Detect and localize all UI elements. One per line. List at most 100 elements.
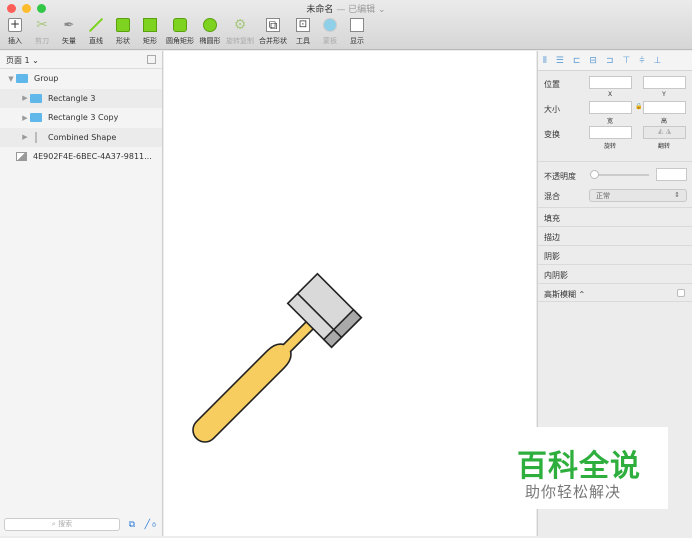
tool-label: 矩形: [143, 37, 157, 45]
layer-row[interactable]: 4E902F4E-6BEC-4A37-9811...: [0, 147, 162, 167]
tool-oval[interactable]: 椭圆形: [199, 16, 221, 46]
line-icon: [87, 16, 105, 34]
tool-tools[interactable]: ⊡ 工具: [292, 16, 314, 46]
titlebar: 未命名 — 已编辑 ⌄ + 插入 ✂ 剪刀 ✒ 矢量 直线 形状 矩形 圆角矩形 椭圆形 ⚙ 旋转复制 ⧉…: [0, 0, 692, 50]
opacity-slider[interactable]: [593, 174, 649, 176]
align-left-icon[interactable]: ⊏: [573, 56, 581, 66]
distribute-vertical-icon[interactable]: ☰: [556, 56, 564, 66]
y-label: Y: [662, 91, 666, 98]
hammer-drawing[interactable]: [164, 51, 536, 536]
disclosure-triangle-icon[interactable]: ▶: [20, 133, 30, 141]
blend-label: 混合: [544, 192, 560, 201]
disclosure-triangle-icon[interactable]: ▶: [20, 94, 30, 102]
inner-shadow-label: 内阴影: [544, 271, 568, 280]
layer-row[interactable]: ▶ Rectangle 3: [0, 88, 162, 108]
tools-icon: ⊡: [294, 16, 312, 34]
export-icon[interactable]: ⧉: [129, 520, 135, 530]
document-name: 未命名: [306, 5, 334, 15]
flip-buttons[interactable]: ◭ ◮: [643, 126, 686, 139]
scissors-icon: ✂: [36, 17, 48, 33]
tool-label: 形状: [116, 37, 130, 45]
tool-mask[interactable]: 蒙板: [319, 16, 341, 46]
align-right-icon[interactable]: ⊐: [606, 56, 614, 66]
layer-name: 4E902F4E-6BEC-4A37-9811...: [33, 152, 152, 162]
shadow-label: 阴影: [544, 252, 560, 261]
oval-icon: [201, 16, 219, 34]
tool-rotate-copy[interactable]: ⚙ 旋转复制: [226, 16, 254, 46]
blur-checkbox[interactable]: [677, 289, 685, 297]
slice-icon[interactable]: ╱: [145, 520, 150, 530]
tool-line[interactable]: 直线: [85, 16, 107, 46]
tool-plus[interactable]: + 插入: [4, 16, 26, 46]
layer-name: Combined Shape: [48, 132, 117, 142]
layer-row[interactable]: ▼ Group: [0, 69, 162, 89]
flip-label: 翻转: [657, 143, 670, 150]
align-center-icon[interactable]: ⊟: [589, 56, 597, 66]
tool-label: 矢量: [62, 37, 76, 45]
layer-row[interactable]: ▶ Combined Shape: [0, 127, 162, 147]
folder-icon: [16, 74, 28, 84]
tool-scissors[interactable]: ✂ 剪刀: [31, 16, 53, 46]
combine-icon: ⧉: [264, 16, 282, 34]
layer-name: Rectangle 3 Copy: [48, 113, 119, 123]
fill-label: 填充: [544, 214, 560, 223]
folder-icon: [30, 113, 42, 123]
watermark-subtitle: 助你轻松解决: [525, 483, 622, 501]
view-icon: [348, 16, 366, 34]
blur-label: 高斯模糊 ⌃: [544, 290, 586, 299]
canvas[interactable]: [164, 51, 536, 536]
tool-rectangle[interactable]: 矩形: [139, 16, 161, 46]
width-label: 宽: [606, 118, 613, 125]
distribute-horizontal-icon[interactable]: ⫴: [543, 56, 547, 66]
rounded-rectangle-icon: [171, 16, 189, 34]
align-middle-icon[interactable]: ⫩: [639, 56, 644, 66]
tool-rounded-rectangle[interactable]: 圆角矩形: [166, 16, 194, 46]
blur-section[interactable]: 高斯模糊 ⌃: [538, 283, 692, 302]
opacity-slider-knob[interactable]: [590, 170, 599, 179]
search-input[interactable]: ⌕ 搜索: [4, 518, 120, 531]
tool-label: 插入: [8, 37, 22, 45]
shadow-section[interactable]: 阴影: [538, 245, 692, 264]
disclosure-triangle-icon[interactable]: ▼: [6, 75, 16, 83]
position-label: 位置: [544, 80, 560, 89]
inner-shadow-section[interactable]: 内阴影: [538, 264, 692, 283]
tool-label: 圆角矩形: [166, 37, 194, 45]
rotate-input[interactable]: [589, 126, 632, 139]
layer-row[interactable]: ▶ Rectangle 3 Copy: [0, 108, 162, 128]
rectangle-icon: [141, 16, 159, 34]
search-placeholder: 搜索: [58, 520, 73, 528]
x-input[interactable]: [589, 76, 632, 89]
tool-label: 剪刀: [35, 37, 49, 45]
fill-section[interactable]: 填充: [538, 207, 692, 226]
align-bottom-icon[interactable]: ⊥: [654, 56, 662, 66]
folder-icon: [30, 93, 42, 103]
collapse-icon[interactable]: [147, 55, 156, 64]
mask-icon: [321, 16, 339, 34]
border-section[interactable]: 描边: [538, 226, 692, 245]
pen-icon: ✒: [63, 17, 75, 33]
height-input[interactable]: [643, 101, 686, 114]
lock-icon[interactable]: 🔒: [635, 103, 642, 110]
plus-icon: +: [8, 17, 22, 32]
alignment-bar: ⫴ ☰ ⊏ ⊟ ⊐ ⊤ ⫩ ⊥: [538, 51, 692, 71]
image-icon: [16, 152, 27, 162]
width-input[interactable]: [589, 101, 632, 114]
page-selector[interactable]: 页面 1 ⌄: [0, 51, 162, 69]
watermark-title: 百科全说: [517, 449, 641, 484]
align-top-icon[interactable]: ⊤: [623, 56, 631, 66]
page-name[interactable]: 页面 1 ⌄: [6, 56, 39, 65]
layer-name: Rectangle 3: [48, 93, 96, 103]
tool-pen[interactable]: ✒ 矢量: [58, 16, 80, 46]
tool-shapes[interactable]: 形状: [112, 16, 134, 46]
slice-count: 0: [152, 522, 156, 529]
tool-label: 旋转复制: [226, 37, 254, 45]
blend-select[interactable]: 正常 ⇕: [589, 189, 687, 202]
edit-status[interactable]: — 已编辑 ⌄: [336, 5, 385, 15]
tool-view[interactable]: 显示: [346, 16, 368, 46]
border-label: 描边: [544, 233, 560, 242]
select-arrows-icon: ⇕: [674, 191, 680, 199]
y-input[interactable]: [643, 76, 686, 89]
disclosure-triangle-icon[interactable]: ▶: [20, 114, 30, 122]
opacity-input[interactable]: [656, 168, 687, 181]
tool-combine[interactable]: ⧉ 合并形状: [259, 16, 287, 46]
